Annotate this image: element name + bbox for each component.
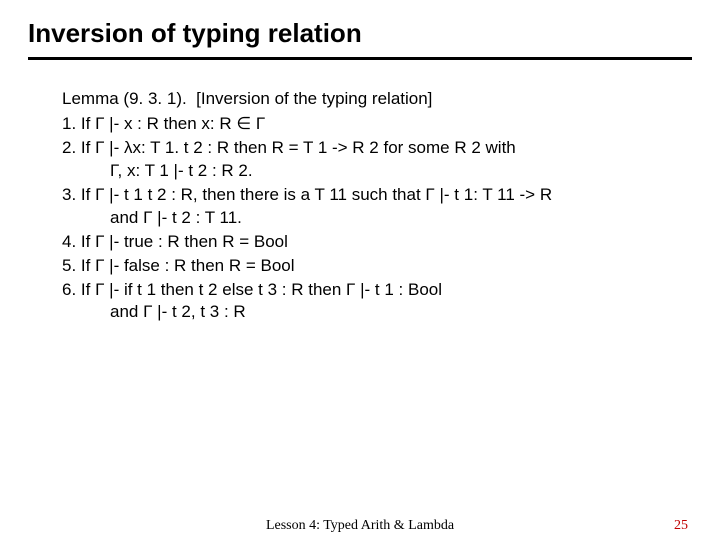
lemma-item-3-cont: and Γ |- t 2 : T 11. xyxy=(62,207,672,230)
lemma-item-6-cont: and Γ |- t 2, t 3 : R xyxy=(62,301,672,324)
footer-page-number: 25 xyxy=(674,518,688,534)
lemma-heading: Lemma (9. 3. 1). [Inversion of the typin… xyxy=(62,88,672,111)
footer-lesson: Lesson 4: Typed Arith & Lambda xyxy=(0,518,720,534)
lemma-item-1: 1. If Γ |- x : R then x: R ∈ Γ xyxy=(62,113,672,136)
slide: Inversion of typing relation Lemma (9. 3… xyxy=(0,0,720,324)
lemma-item-2: 2. If Γ |- λx: T 1. t 2 : R then R = T 1… xyxy=(62,137,672,160)
lemma-item-3: 3. If Γ |- t 1 t 2 : R, then there is a … xyxy=(62,184,672,207)
slide-content: Lemma (9. 3. 1). [Inversion of the typin… xyxy=(28,60,692,324)
slide-title: Inversion of typing relation xyxy=(28,18,692,55)
lemma-item-6: 6. If Γ |- if t 1 then t 2 else t 3 : R … xyxy=(62,279,672,302)
lemma-item-2-cont: Γ, x: T 1 |- t 2 : R 2. xyxy=(62,160,672,183)
lemma-item-5: 5. If Γ |- false : R then R = Bool xyxy=(62,255,672,278)
lemma-item-4: 4. If Γ |- true : R then R = Bool xyxy=(62,231,672,254)
